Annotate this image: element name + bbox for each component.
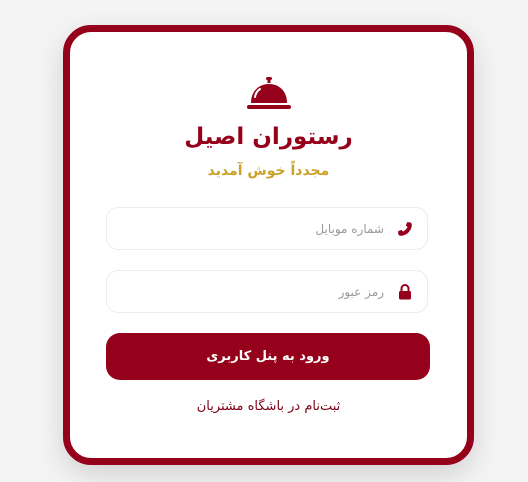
- welcome-subtitle: مجدداً خوش آمدید: [207, 163, 330, 179]
- password-input[interactable]: [107, 271, 388, 312]
- restaurant-title: رستوران اصیل: [184, 124, 353, 150]
- phone-field[interactable]: [106, 207, 428, 250]
- lock-icon: [396, 283, 414, 301]
- page: رستوران اصیل مجدداً خوش آمدید ورود به پن…: [0, 0, 528, 482]
- login-button[interactable]: ورود به پنل کاربری: [106, 333, 430, 380]
- register-link[interactable]: ثبت‌نام در باشگاه مشتریان: [70, 396, 467, 418]
- service-bell-icon: [246, 76, 292, 110]
- login-card: رستوران اصیل مجدداً خوش آمدید ورود به پن…: [63, 25, 474, 465]
- phone-icon: [396, 220, 414, 238]
- password-field[interactable]: [106, 270, 428, 313]
- phone-input[interactable]: [107, 208, 388, 249]
